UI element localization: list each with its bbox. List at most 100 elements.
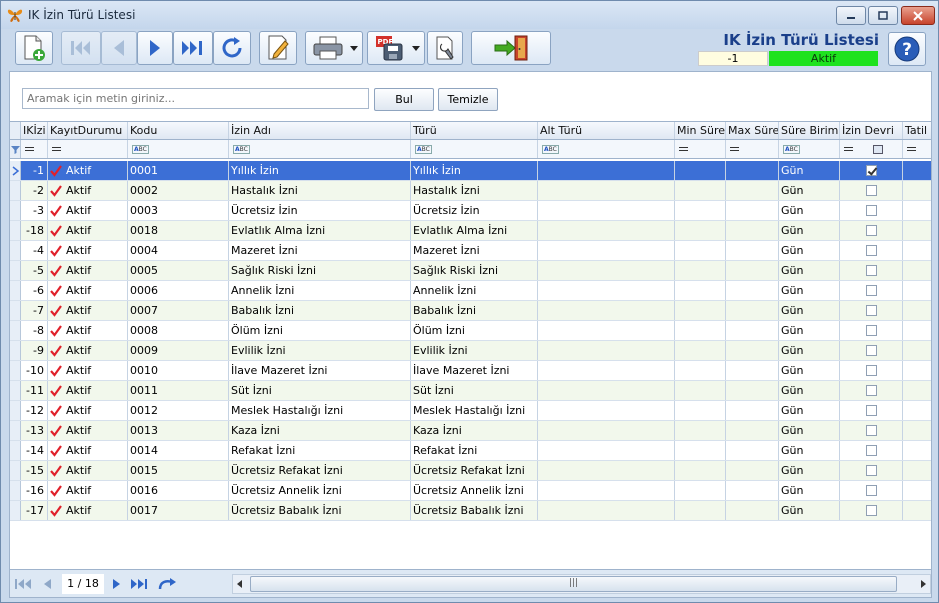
cell-code[interactable]: 0017 <box>128 501 229 520</box>
filter-cell-tatil[interactable] <box>903 140 931 158</box>
row-indicator[interactable] <box>10 301 21 320</box>
cell-type[interactable]: Ücretsiz Refakat İzni <box>411 461 538 480</box>
cell-devir[interactable] <box>840 361 903 380</box>
cell-min[interactable] <box>675 241 726 260</box>
cell-type[interactable]: Hastalık İzni <box>411 181 538 200</box>
cell-name[interactable]: Refakat İzni <box>229 441 411 460</box>
cell-min[interactable] <box>675 321 726 340</box>
row-indicator[interactable] <box>10 281 21 300</box>
cell-min[interactable] <box>675 301 726 320</box>
cell-unit[interactable]: Gün <box>779 501 840 520</box>
cell-unit[interactable]: Gün <box>779 281 840 300</box>
cell-name[interactable]: Ücretsiz İzin <box>229 201 411 220</box>
cell-status[interactable]: Aktif <box>48 441 128 460</box>
refresh-button[interactable] <box>213 31 251 65</box>
cell-status[interactable]: Aktif <box>48 301 128 320</box>
footer-last-button[interactable] <box>130 576 148 592</box>
column-header-name[interactable]: İzin Adı <box>229 122 411 139</box>
cell-subtype[interactable] <box>538 281 675 300</box>
cell-devir[interactable] <box>840 401 903 420</box>
cell-subtype[interactable] <box>538 421 675 440</box>
cell-max[interactable] <box>726 501 779 520</box>
row-indicator[interactable] <box>10 201 21 220</box>
cell-id[interactable]: -16 <box>21 481 48 500</box>
table-row[interactable]: -16 Aktif 0016 Ücretsiz Annelik İzni Ücretsi… <box>10 481 931 501</box>
izin-devri-checkbox[interactable] <box>866 245 877 256</box>
cell-min[interactable] <box>675 381 726 400</box>
cell-unit[interactable]: Gün <box>779 221 840 240</box>
cell-status[interactable]: Aktif <box>48 381 128 400</box>
filter-cell-unit[interactable]: ABC <box>779 140 840 158</box>
cell-max[interactable] <box>726 241 779 260</box>
izin-devri-checkbox[interactable] <box>866 345 877 356</box>
cell-code[interactable]: 0014 <box>128 441 229 460</box>
cell-max[interactable] <box>726 441 779 460</box>
izin-devri-checkbox[interactable] <box>866 365 877 376</box>
cell-devir[interactable] <box>840 501 903 520</box>
cell-min[interactable] <box>675 161 726 180</box>
cell-max[interactable] <box>726 481 779 500</box>
cell-tatil[interactable] <box>903 221 931 240</box>
cell-devir[interactable] <box>840 161 903 180</box>
filter-cell-subtype[interactable]: ABC <box>538 140 675 158</box>
cell-code[interactable]: 0005 <box>128 261 229 280</box>
izin-devri-checkbox[interactable] <box>866 485 877 496</box>
cell-id[interactable]: -8 <box>21 321 48 340</box>
cell-id[interactable]: -15 <box>21 461 48 480</box>
cell-status[interactable]: Aktif <box>48 461 128 480</box>
izin-devri-checkbox[interactable] <box>866 185 877 196</box>
cell-max[interactable] <box>726 461 779 480</box>
footer-first-button[interactable] <box>14 576 32 592</box>
column-header-tatil[interactable]: Tatil D <box>903 122 931 139</box>
cell-type[interactable]: Ücretsiz Babalık İzni <box>411 501 538 520</box>
footer-previous-button[interactable] <box>38 576 56 592</box>
cell-code[interactable]: 0007 <box>128 301 229 320</box>
cell-devir[interactable] <box>840 421 903 440</box>
cell-unit[interactable]: Gün <box>779 321 840 340</box>
cell-name[interactable]: Ölüm İzni <box>229 321 411 340</box>
cell-name[interactable]: Babalık İzni <box>229 301 411 320</box>
table-row[interactable]: -11 Aktif 0011 Süt İzni Süt İzni Gün <box>10 381 931 401</box>
cell-min[interactable] <box>675 501 726 520</box>
previous-record-button[interactable] <box>101 31 137 65</box>
cell-id[interactable]: -6 <box>21 281 48 300</box>
cell-status[interactable]: Aktif <box>48 181 128 200</box>
row-indicator[interactable] <box>10 481 21 500</box>
row-indicator[interactable] <box>10 241 21 260</box>
table-row[interactable]: -4 Aktif 0004 Mazeret İzni Mazeret İzni Gün <box>10 241 931 261</box>
izin-devri-checkbox[interactable] <box>866 385 877 396</box>
cell-devir[interactable] <box>840 241 903 260</box>
row-indicator[interactable] <box>10 341 21 360</box>
cell-subtype[interactable] <box>538 221 675 240</box>
filter-cell-max[interactable] <box>726 140 779 158</box>
cell-devir[interactable] <box>840 321 903 340</box>
cell-min[interactable] <box>675 421 726 440</box>
filter-cell-name[interactable]: ABC <box>229 140 411 158</box>
table-row[interactable]: -1 Aktif 0001 Yıllık İzin Yıllık İzin Gün <box>10 161 931 181</box>
column-header-subtype[interactable]: Alt Türü <box>538 122 675 139</box>
row-indicator[interactable] <box>10 261 21 280</box>
cell-type[interactable]: İlave Mazeret İzni <box>411 361 538 380</box>
cell-type[interactable]: Kaza İzni <box>411 421 538 440</box>
izin-devri-checkbox[interactable] <box>866 285 877 296</box>
cell-id[interactable]: -5 <box>21 261 48 280</box>
cell-devir[interactable] <box>840 381 903 400</box>
table-row[interactable]: -9 Aktif 0009 Evlilik İzni Evlilik İzni Gün <box>10 341 931 361</box>
cell-subtype[interactable] <box>538 301 675 320</box>
cell-status[interactable]: Aktif <box>48 401 128 420</box>
cell-id[interactable]: -10 <box>21 361 48 380</box>
cell-status[interactable]: Aktif <box>48 341 128 360</box>
maximize-button[interactable] <box>868 6 898 25</box>
cell-max[interactable] <box>726 421 779 440</box>
cell-min[interactable] <box>675 481 726 500</box>
cell-subtype[interactable] <box>538 501 675 520</box>
cell-id[interactable]: -7 <box>21 301 48 320</box>
cell-unit[interactable]: Gün <box>779 481 840 500</box>
filter-cell-status[interactable] <box>48 140 128 158</box>
cell-type[interactable]: Süt İzni <box>411 381 538 400</box>
cell-max[interactable] <box>726 401 779 420</box>
cell-name[interactable]: Mazeret İzni <box>229 241 411 260</box>
cell-code[interactable]: 0015 <box>128 461 229 480</box>
cell-id[interactable]: -11 <box>21 381 48 400</box>
row-indicator[interactable] <box>10 361 21 380</box>
